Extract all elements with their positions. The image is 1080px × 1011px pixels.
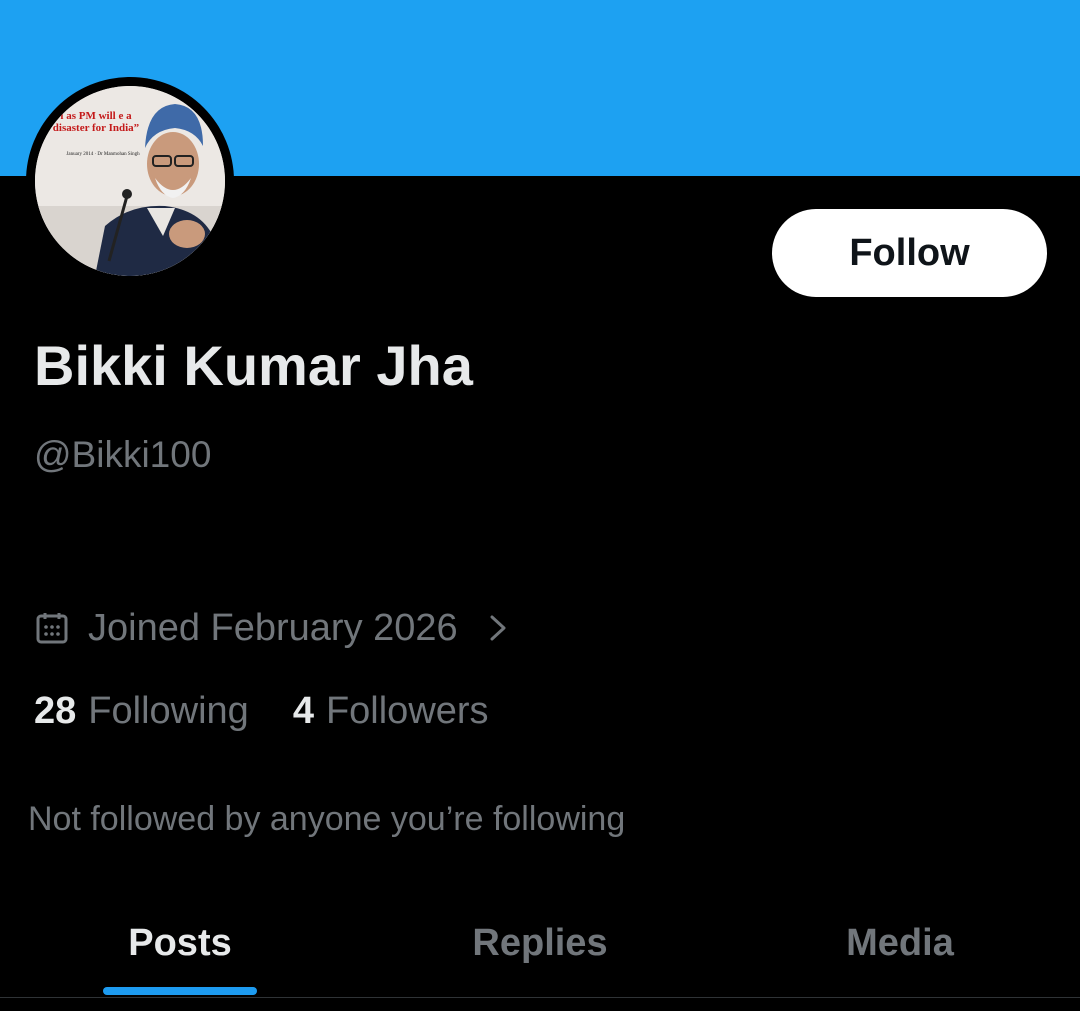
active-tab-indicator — [103, 987, 257, 995]
profile-page: i as PM will e a disaster for India” Jan… — [0, 0, 1080, 1011]
chevron-right-icon[interactable] — [486, 612, 510, 644]
followers-count: 4 — [292, 690, 314, 732]
follow-button[interactable]: Follow — [772, 209, 1047, 297]
tab-replies[interactable]: Replies — [360, 890, 720, 997]
follow-stats: 28 Following 4 Followers — [34, 690, 533, 733]
followers-stat[interactable]: 4 Followers — [293, 690, 489, 733]
joined-date: Joined February 2026 — [88, 606, 458, 649]
followers-label: Followers — [325, 690, 489, 732]
joined-date-row[interactable]: Joined February 2026 — [34, 604, 510, 652]
mutual-followers-text: Not followed by anyone you’re following — [28, 800, 626, 838]
tab-media[interactable]: Media — [720, 890, 1080, 997]
tab-posts-label: Posts — [128, 922, 232, 964]
avatar-image: i as PM will e a disaster for India” Jan… — [35, 86, 225, 276]
tab-media-label: Media — [846, 922, 954, 964]
profile-tabs: Posts Replies Media — [0, 890, 1080, 998]
avatar-caption: i as PM will e a disaster for India” — [52, 110, 140, 134]
following-count: 28 — [34, 690, 77, 732]
user-handle: @Bikki100 — [34, 434, 212, 475]
avatar-meta: January 2014 · Dr Manmohan Singh — [66, 152, 140, 157]
avatar[interactable]: i as PM will e a disaster for India” Jan… — [26, 77, 234, 285]
following-label: Following — [88, 690, 249, 732]
display-name: Bikki Kumar Jha — [34, 334, 473, 397]
following-stat[interactable]: 28 Following — [34, 690, 249, 733]
calendar-icon — [34, 610, 70, 646]
tab-posts[interactable]: Posts — [0, 890, 360, 997]
tab-replies-label: Replies — [472, 922, 608, 964]
